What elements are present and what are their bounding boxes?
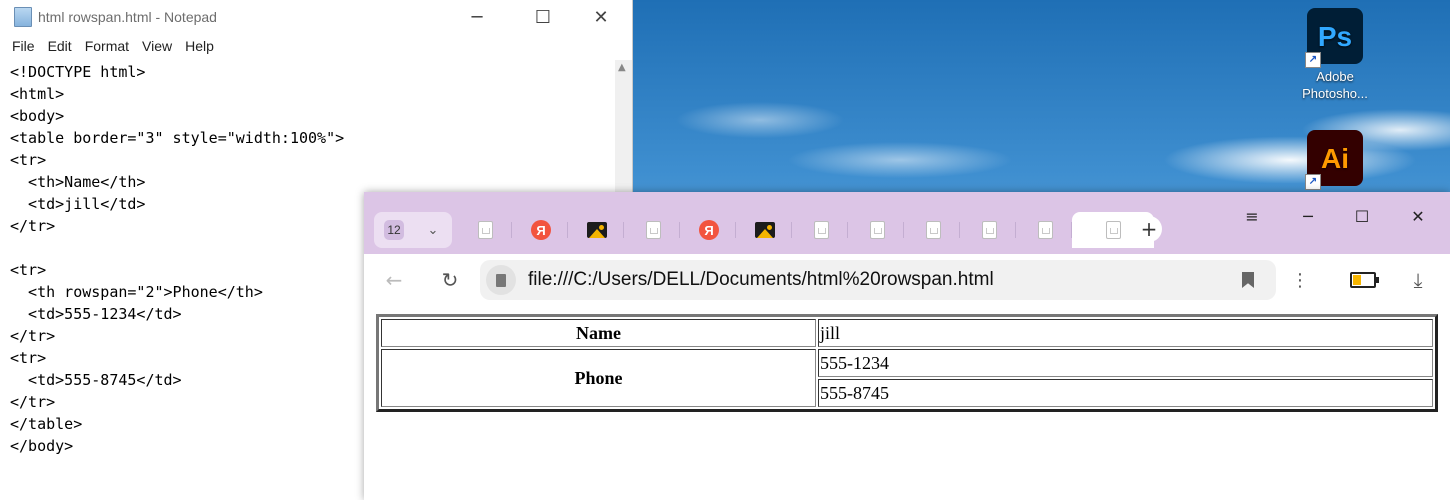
tab-document[interactable] xyxy=(1018,212,1072,248)
tab-list-dropdown[interactable]: ⌄ xyxy=(414,212,452,248)
document-icon xyxy=(925,221,941,239)
name-value: jill xyxy=(818,319,1433,347)
notepad-maximize-button[interactable]: ☐ xyxy=(514,0,572,34)
illustrator-shortcut[interactable]: Ai ↗ xyxy=(1290,130,1380,190)
menu-file[interactable]: File xyxy=(12,38,35,54)
battery-icon[interactable] xyxy=(1350,272,1379,288)
shortcut-arrow-icon: ↗ xyxy=(1305,174,1321,190)
table-row: Phone 555-1234 xyxy=(381,349,1433,407)
notepad-titlebar[interactable]: html rowspan.html - Notepad ─ ☐ ✕ xyxy=(0,0,632,34)
phone-value-1: 555-1234 xyxy=(818,349,1433,377)
photoshop-shortcut[interactable]: Ps ↗ Adobe Photosho... xyxy=(1290,8,1380,102)
table-row: Name jill xyxy=(381,319,1433,347)
menu-view[interactable]: View xyxy=(142,38,172,54)
back-arrow-icon[interactable]: ← xyxy=(376,262,412,298)
name-header: Name xyxy=(381,319,816,347)
browser-maximize-button[interactable]: ☐ xyxy=(1342,200,1382,232)
new-tab-button[interactable]: + xyxy=(1136,216,1162,242)
notepad-title: html rowspan.html - Notepad xyxy=(38,9,217,25)
illustrator-icon: Ai ↗ xyxy=(1305,130,1363,190)
tab-document[interactable] xyxy=(626,212,680,248)
tab-document[interactable] xyxy=(850,212,904,248)
document-icon xyxy=(645,221,661,239)
document-icon xyxy=(1105,221,1121,239)
tab-yandex[interactable]: Я xyxy=(682,212,736,248)
tab-document[interactable] xyxy=(906,212,960,248)
rendered-table: Name jill Phone 555-1234 555-8745 xyxy=(376,314,1438,412)
document-icon xyxy=(981,221,997,239)
tab-document[interactable] xyxy=(962,212,1016,248)
tab-yandex[interactable]: Я xyxy=(514,212,568,248)
menu-edit[interactable]: Edit xyxy=(48,38,72,54)
tab-bar: 12 ⌄ Я Я + ≡ ─ ☐ ✕ xyxy=(364,192,1450,254)
chevron-down-icon: ⌄ xyxy=(427,222,439,238)
notepad-close-button[interactable]: ✕ xyxy=(572,0,630,34)
photoshop-label: Adobe Photosho... xyxy=(1302,69,1368,101)
image-icon xyxy=(755,222,775,238)
document-icon xyxy=(477,221,493,239)
download-icon[interactable]: ⤓ xyxy=(1400,262,1436,298)
document-icon xyxy=(813,221,829,239)
more-options-icon[interactable]: ⋮ xyxy=(1282,262,1318,298)
document-icon xyxy=(869,221,885,239)
bookmark-icon[interactable] xyxy=(1242,272,1254,288)
tab-count-button[interactable]: 12 xyxy=(374,212,414,248)
scroll-up-icon[interactable]: ▲ xyxy=(618,62,626,73)
page-content: Name jill Phone 555-1234 555-8745 xyxy=(364,306,1450,500)
shortcut-arrow-icon: ↗ xyxy=(1305,52,1321,68)
menu-format[interactable]: Format xyxy=(85,38,129,54)
tab-document[interactable] xyxy=(794,212,848,248)
browser-minimize-button[interactable]: ─ xyxy=(1288,200,1328,232)
browser-toolbar: ← ↻ file:///C:/Users/DELL/Documents/html… xyxy=(364,254,1450,306)
tab-document[interactable] xyxy=(458,212,512,248)
reload-icon[interactable]: ↻ xyxy=(432,262,468,298)
url-text[interactable]: file:///C:/Users/DELL/Documents/html%20r… xyxy=(528,269,1242,291)
address-bar[interactable]: file:///C:/Users/DELL/Documents/html%20r… xyxy=(480,260,1276,300)
notepad-minimize-button[interactable]: ─ xyxy=(448,0,506,34)
menu-help[interactable]: Help xyxy=(185,38,214,54)
photoshop-icon: Ps ↗ xyxy=(1305,8,1363,68)
image-icon xyxy=(587,222,607,238)
browser-close-button[interactable]: ✕ xyxy=(1398,200,1438,232)
page-info-icon[interactable] xyxy=(486,265,516,295)
tab-image[interactable] xyxy=(738,212,792,248)
tab-count: 12 xyxy=(384,220,404,240)
phone-header: Phone xyxy=(381,349,816,407)
browser-menu-button[interactable]: ≡ xyxy=(1232,200,1272,232)
yandex-icon: Я xyxy=(699,220,719,240)
document-icon xyxy=(1037,221,1053,239)
notepad-menubar: File Edit Format View Help xyxy=(0,34,632,58)
tab-image[interactable] xyxy=(570,212,624,248)
phone-value-2: 555-8745 xyxy=(818,379,1433,407)
notepad-app-icon xyxy=(14,7,32,27)
browser-window: 12 ⌄ Я Я + ≡ ─ ☐ ✕ ← ↻ file:///C:/Users/… xyxy=(364,192,1450,500)
yandex-icon: Я xyxy=(531,220,551,240)
